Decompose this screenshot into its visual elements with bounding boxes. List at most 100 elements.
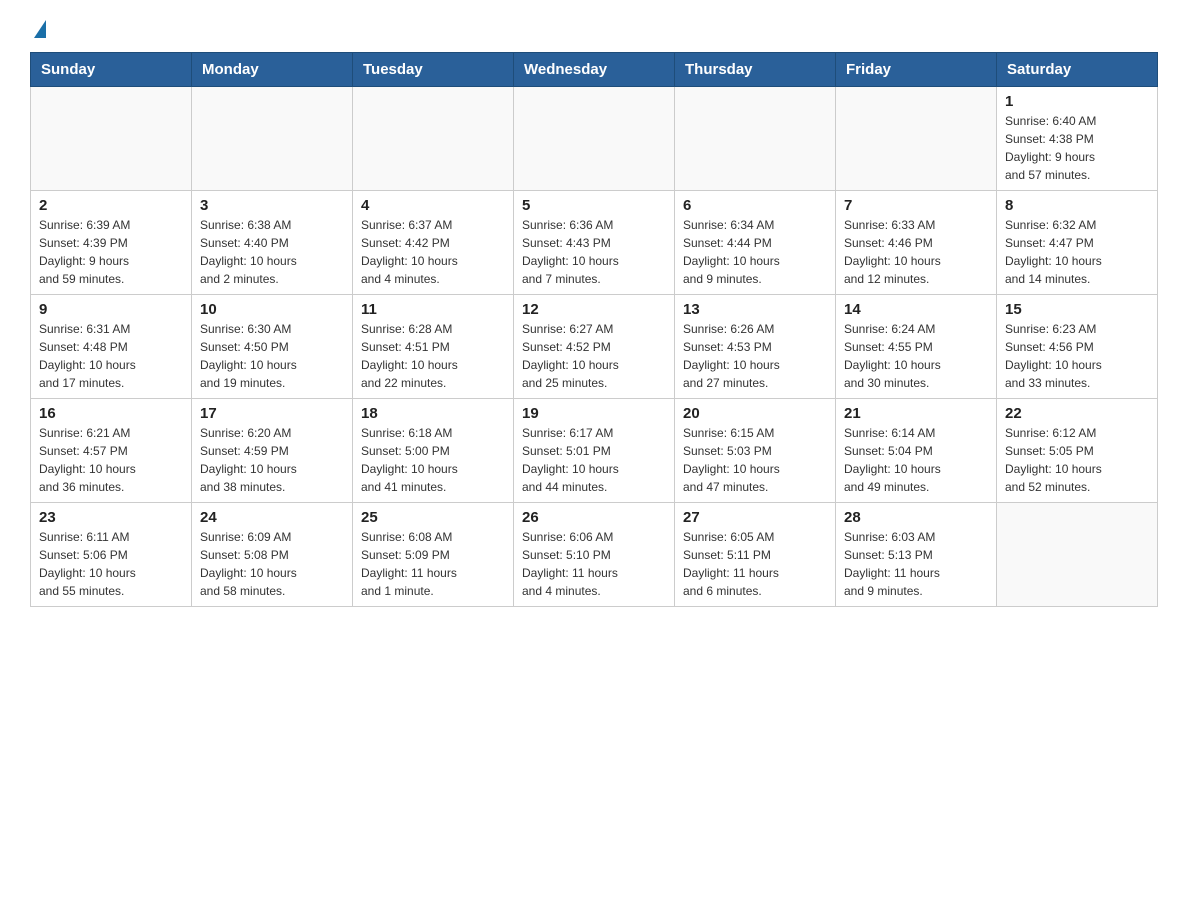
day-number: 4 bbox=[361, 197, 505, 214]
day-cell: 14 Sunrise: 6:24 AMSunset: 4:55 PMDayligh… bbox=[836, 295, 997, 399]
day-info: Sunrise: 6:11 AMSunset: 5:06 PMDaylight:… bbox=[39, 528, 183, 600]
weekday-header-saturday: Saturday bbox=[997, 53, 1158, 87]
day-cell: 20 Sunrise: 6:15 AMSunset: 5:03 PMDayligh… bbox=[675, 399, 836, 503]
day-info: Sunrise: 6:14 AMSunset: 5:04 PMDaylight:… bbox=[844, 424, 988, 496]
day-info: Sunrise: 6:06 AMSunset: 5:10 PMDaylight:… bbox=[522, 528, 666, 600]
day-number: 16 bbox=[39, 405, 183, 422]
week-row-2: 2 Sunrise: 6:39 AMSunset: 4:39 PMDaylight… bbox=[31, 191, 1158, 295]
day-cell: 12Sunrise: 6:27 AMSunset: 4:52 PMDayligh… bbox=[514, 295, 675, 399]
day-cell: 15Sunrise: 6:23 AMSunset: 4:56 PMDayligh… bbox=[997, 295, 1158, 399]
day-info: Sunrise: 6:34 AMSunset: 4:44 PMDaylight:… bbox=[683, 216, 827, 288]
day-cell: 1 Sunrise: 6:40 AMSunset: 4:38 PMDaylight… bbox=[997, 87, 1158, 191]
day-cell bbox=[31, 87, 192, 191]
day-cell bbox=[997, 503, 1158, 607]
day-number: 8 bbox=[1005, 197, 1149, 214]
day-cell: 11 Sunrise: 6:28 AMSunset: 4:51 PMDayligh… bbox=[353, 295, 514, 399]
week-row-4: 16 Sunrise: 6:21 AMSunset: 4:57 PMDayligh… bbox=[31, 399, 1158, 503]
day-info: Sunrise: 6:32 AMSunset: 4:47 PMDaylight:… bbox=[1005, 216, 1149, 288]
day-info: Sunrise: 6:36 AMSunset: 4:43 PMDaylight:… bbox=[522, 216, 666, 288]
calendar-table: SundayMondayTuesdayWednesdayThursdayFrid… bbox=[30, 52, 1158, 607]
weekday-header-thursday: Thursday bbox=[675, 53, 836, 87]
week-row-3: 9 Sunrise: 6:31 AMSunset: 4:48 PMDaylight… bbox=[31, 295, 1158, 399]
weekday-header-row: SundayMondayTuesdayWednesdayThursdayFrid… bbox=[31, 53, 1158, 87]
day-info: Sunrise: 6:38 AMSunset: 4:40 PMDaylight:… bbox=[200, 216, 344, 288]
day-info: Sunrise: 6:28 AMSunset: 4:51 PMDaylight:… bbox=[361, 320, 505, 392]
day-cell: 21 Sunrise: 6:14 AMSunset: 5:04 PMDayligh… bbox=[836, 399, 997, 503]
weekday-header-wednesday: Wednesday bbox=[514, 53, 675, 87]
day-cell: 10 Sunrise: 6:30 AMSunset: 4:50 PMDayligh… bbox=[192, 295, 353, 399]
weekday-header-tuesday: Tuesday bbox=[353, 53, 514, 87]
day-number: 23 bbox=[39, 509, 183, 526]
day-number: 1 bbox=[1005, 93, 1149, 110]
day-number: 10 bbox=[200, 301, 344, 318]
day-cell: 7 Sunrise: 6:33 AMSunset: 4:46 PMDaylight… bbox=[836, 191, 997, 295]
day-number: 2 bbox=[39, 197, 183, 214]
day-number: 17 bbox=[200, 405, 344, 422]
day-cell: 4 Sunrise: 6:37 AMSunset: 4:42 PMDaylight… bbox=[353, 191, 514, 295]
day-info: Sunrise: 6:12 AMSunset: 5:05 PMDaylight:… bbox=[1005, 424, 1149, 496]
day-info: Sunrise: 6:05 AMSunset: 5:11 PMDaylight:… bbox=[683, 528, 827, 600]
day-number: 11 bbox=[361, 301, 505, 318]
day-number: 27 bbox=[683, 509, 827, 526]
day-number: 20 bbox=[683, 405, 827, 422]
day-cell: 8 Sunrise: 6:32 AMSunset: 4:47 PMDaylight… bbox=[997, 191, 1158, 295]
weekday-header-monday: Monday bbox=[192, 53, 353, 87]
day-cell: 26 Sunrise: 6:06 AMSunset: 5:10 PMDayligh… bbox=[514, 503, 675, 607]
logo bbox=[30, 20, 46, 36]
day-info: Sunrise: 6:24 AMSunset: 4:55 PMDaylight:… bbox=[844, 320, 988, 392]
day-info: Sunrise: 6:08 AMSunset: 5:09 PMDaylight:… bbox=[361, 528, 505, 600]
day-number: 26 bbox=[522, 509, 666, 526]
day-number: 24 bbox=[200, 509, 344, 526]
day-number: 19 bbox=[522, 405, 666, 422]
week-row-5: 23 Sunrise: 6:11 AMSunset: 5:06 PMDayligh… bbox=[31, 503, 1158, 607]
day-cell: 24Sunrise: 6:09 AMSunset: 5:08 PMDayligh… bbox=[192, 503, 353, 607]
day-info: Sunrise: 6:23 AMSunset: 4:56 PMDaylight:… bbox=[1005, 320, 1149, 392]
day-number: 9 bbox=[39, 301, 183, 318]
day-cell: 9 Sunrise: 6:31 AMSunset: 4:48 PMDaylight… bbox=[31, 295, 192, 399]
day-info: Sunrise: 6:03 AMSunset: 5:13 PMDaylight:… bbox=[844, 528, 988, 600]
day-info: Sunrise: 6:20 AMSunset: 4:59 PMDaylight:… bbox=[200, 424, 344, 496]
weekday-header-friday: Friday bbox=[836, 53, 997, 87]
day-cell: 18 Sunrise: 6:18 AMSunset: 5:00 PMDayligh… bbox=[353, 399, 514, 503]
day-info: Sunrise: 6:18 AMSunset: 5:00 PMDaylight:… bbox=[361, 424, 505, 496]
day-info: Sunrise: 6:17 AMSunset: 5:01 PMDaylight:… bbox=[522, 424, 666, 496]
day-number: 18 bbox=[361, 405, 505, 422]
day-number: 5 bbox=[522, 197, 666, 214]
day-info: Sunrise: 6:27 AMSunset: 4:52 PMDaylight:… bbox=[522, 320, 666, 392]
day-cell: 25 Sunrise: 6:08 AMSunset: 5:09 PMDayligh… bbox=[353, 503, 514, 607]
day-info: Sunrise: 6:21 AMSunset: 4:57 PMDaylight:… bbox=[39, 424, 183, 496]
day-number: 6 bbox=[683, 197, 827, 214]
day-info: Sunrise: 6:40 AMSunset: 4:38 PMDaylight:… bbox=[1005, 112, 1149, 184]
day-info: Sunrise: 6:37 AMSunset: 4:42 PMDaylight:… bbox=[361, 216, 505, 288]
day-cell: 22 Sunrise: 6:12 AMSunset: 5:05 PMDayligh… bbox=[997, 399, 1158, 503]
day-info: Sunrise: 6:26 AMSunset: 4:53 PMDaylight:… bbox=[683, 320, 827, 392]
day-cell: 19 Sunrise: 6:17 AMSunset: 5:01 PMDayligh… bbox=[514, 399, 675, 503]
day-info: Sunrise: 6:31 AMSunset: 4:48 PMDaylight:… bbox=[39, 320, 183, 392]
day-cell: 23 Sunrise: 6:11 AMSunset: 5:06 PMDayligh… bbox=[31, 503, 192, 607]
day-cell: 28 Sunrise: 6:03 AMSunset: 5:13 PMDayligh… bbox=[836, 503, 997, 607]
weekday-header-sunday: Sunday bbox=[31, 53, 192, 87]
day-info: Sunrise: 6:15 AMSunset: 5:03 PMDaylight:… bbox=[683, 424, 827, 496]
day-number: 13 bbox=[683, 301, 827, 318]
day-cell bbox=[675, 87, 836, 191]
day-cell bbox=[836, 87, 997, 191]
day-number: 7 bbox=[844, 197, 988, 214]
day-cell: 5 Sunrise: 6:36 AMSunset: 4:43 PMDaylight… bbox=[514, 191, 675, 295]
day-cell bbox=[353, 87, 514, 191]
day-number: 28 bbox=[844, 509, 988, 526]
day-number: 14 bbox=[844, 301, 988, 318]
day-number: 22 bbox=[1005, 405, 1149, 422]
day-cell: 6 Sunrise: 6:34 AMSunset: 4:44 PMDaylight… bbox=[675, 191, 836, 295]
day-cell bbox=[514, 87, 675, 191]
day-number: 25 bbox=[361, 509, 505, 526]
day-cell: 16 Sunrise: 6:21 AMSunset: 4:57 PMDayligh… bbox=[31, 399, 192, 503]
day-info: Sunrise: 6:39 AMSunset: 4:39 PMDaylight:… bbox=[39, 216, 183, 288]
day-number: 21 bbox=[844, 405, 988, 422]
day-cell: 13 Sunrise: 6:26 AMSunset: 4:53 PMDayligh… bbox=[675, 295, 836, 399]
day-info: Sunrise: 6:33 AMSunset: 4:46 PMDaylight:… bbox=[844, 216, 988, 288]
day-cell: 17 Sunrise: 6:20 AMSunset: 4:59 PMDayligh… bbox=[192, 399, 353, 503]
day-cell bbox=[192, 87, 353, 191]
day-cell: 27 Sunrise: 6:05 AMSunset: 5:11 PMDayligh… bbox=[675, 503, 836, 607]
day-cell: 3Sunrise: 6:38 AMSunset: 4:40 PMDaylight… bbox=[192, 191, 353, 295]
day-info: Sunrise: 6:30 AMSunset: 4:50 PMDaylight:… bbox=[200, 320, 344, 392]
